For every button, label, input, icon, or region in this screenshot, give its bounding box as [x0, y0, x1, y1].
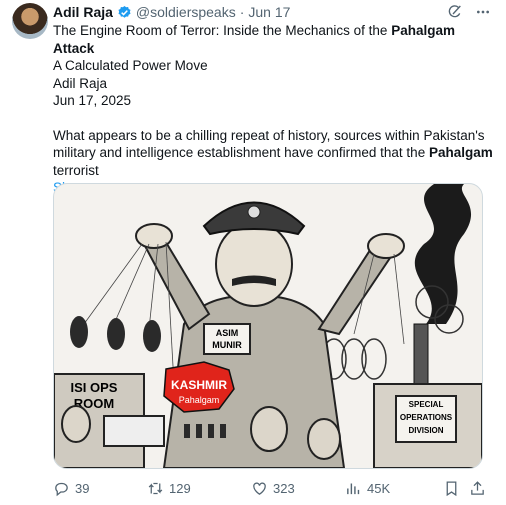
more-icon[interactable]: [474, 4, 492, 20]
label-isi-ops: ISI OPS: [71, 380, 118, 395]
tweet-text: The Engine Room of Terror: Inside the Me…: [53, 22, 493, 197]
label-division: DIVISION: [408, 426, 443, 435]
views-button[interactable]: 45K: [345, 480, 390, 497]
bold-pahalgam: Pahalgam: [428, 145, 493, 160]
repost-count: 129: [169, 481, 191, 496]
reply-icon: [55, 482, 68, 497]
tweet-date[interactable]: Jun 17: [248, 4, 290, 20]
label-asim: ASIM: [216, 328, 239, 338]
text-line-2: A Calculated Power Move: [53, 58, 208, 73]
tweet-header: Adil Raja @soldierspeaks · Jun 17: [53, 3, 290, 21]
heart-icon: [253, 482, 266, 495]
text-line-3: Adil Raja: [53, 75, 108, 91]
cartoon-illustration: ASIM MUNIR ISI OPS ROOM KASHMIR Pahalgam…: [54, 184, 482, 468]
repost-button[interactable]: 129: [147, 480, 191, 497]
tweet: Adil Raja @soldierspeaks · Jun 17 The En…: [0, 0, 506, 505]
text-line-4: Jun 17, 2025: [53, 93, 132, 108]
views-icon: [347, 483, 360, 495]
label-munir: MUNIR: [212, 340, 242, 350]
share-icon[interactable]: [469, 480, 486, 497]
author-name[interactable]: Adil Raja: [53, 4, 113, 20]
like-button[interactable]: 323: [251, 480, 295, 497]
label-kashmir: KASHMIR: [171, 378, 227, 392]
separator: ·: [239, 4, 245, 20]
author-handle[interactable]: @soldierspeaks: [136, 4, 236, 20]
action-bar: 39 129 323 45K: [53, 480, 493, 498]
verified-badge-icon: [118, 5, 131, 18]
text-paragraph: What appears to be a chilling repeat of …: [53, 127, 493, 178]
label-operations: OPERATIONS: [400, 413, 453, 422]
reply-count: 39: [75, 481, 90, 496]
repost-icon: [148, 482, 163, 495]
grok-icon[interactable]: [447, 4, 463, 20]
bookmark-icon[interactable]: [443, 480, 460, 497]
views-count: 45K: [367, 481, 391, 496]
reply-button[interactable]: 39: [53, 480, 89, 497]
avatar[interactable]: [12, 3, 48, 39]
tweet-image[interactable]: ASIM MUNIR ISI OPS ROOM KASHMIR Pahalgam…: [53, 183, 483, 469]
text-line-1: The Engine Room of Terror: Inside the Me…: [53, 23, 455, 56]
like-count: 323: [273, 481, 295, 496]
label-pahalgam: Pahalgam: [179, 395, 220, 405]
label-special: SPECIAL: [409, 400, 444, 409]
